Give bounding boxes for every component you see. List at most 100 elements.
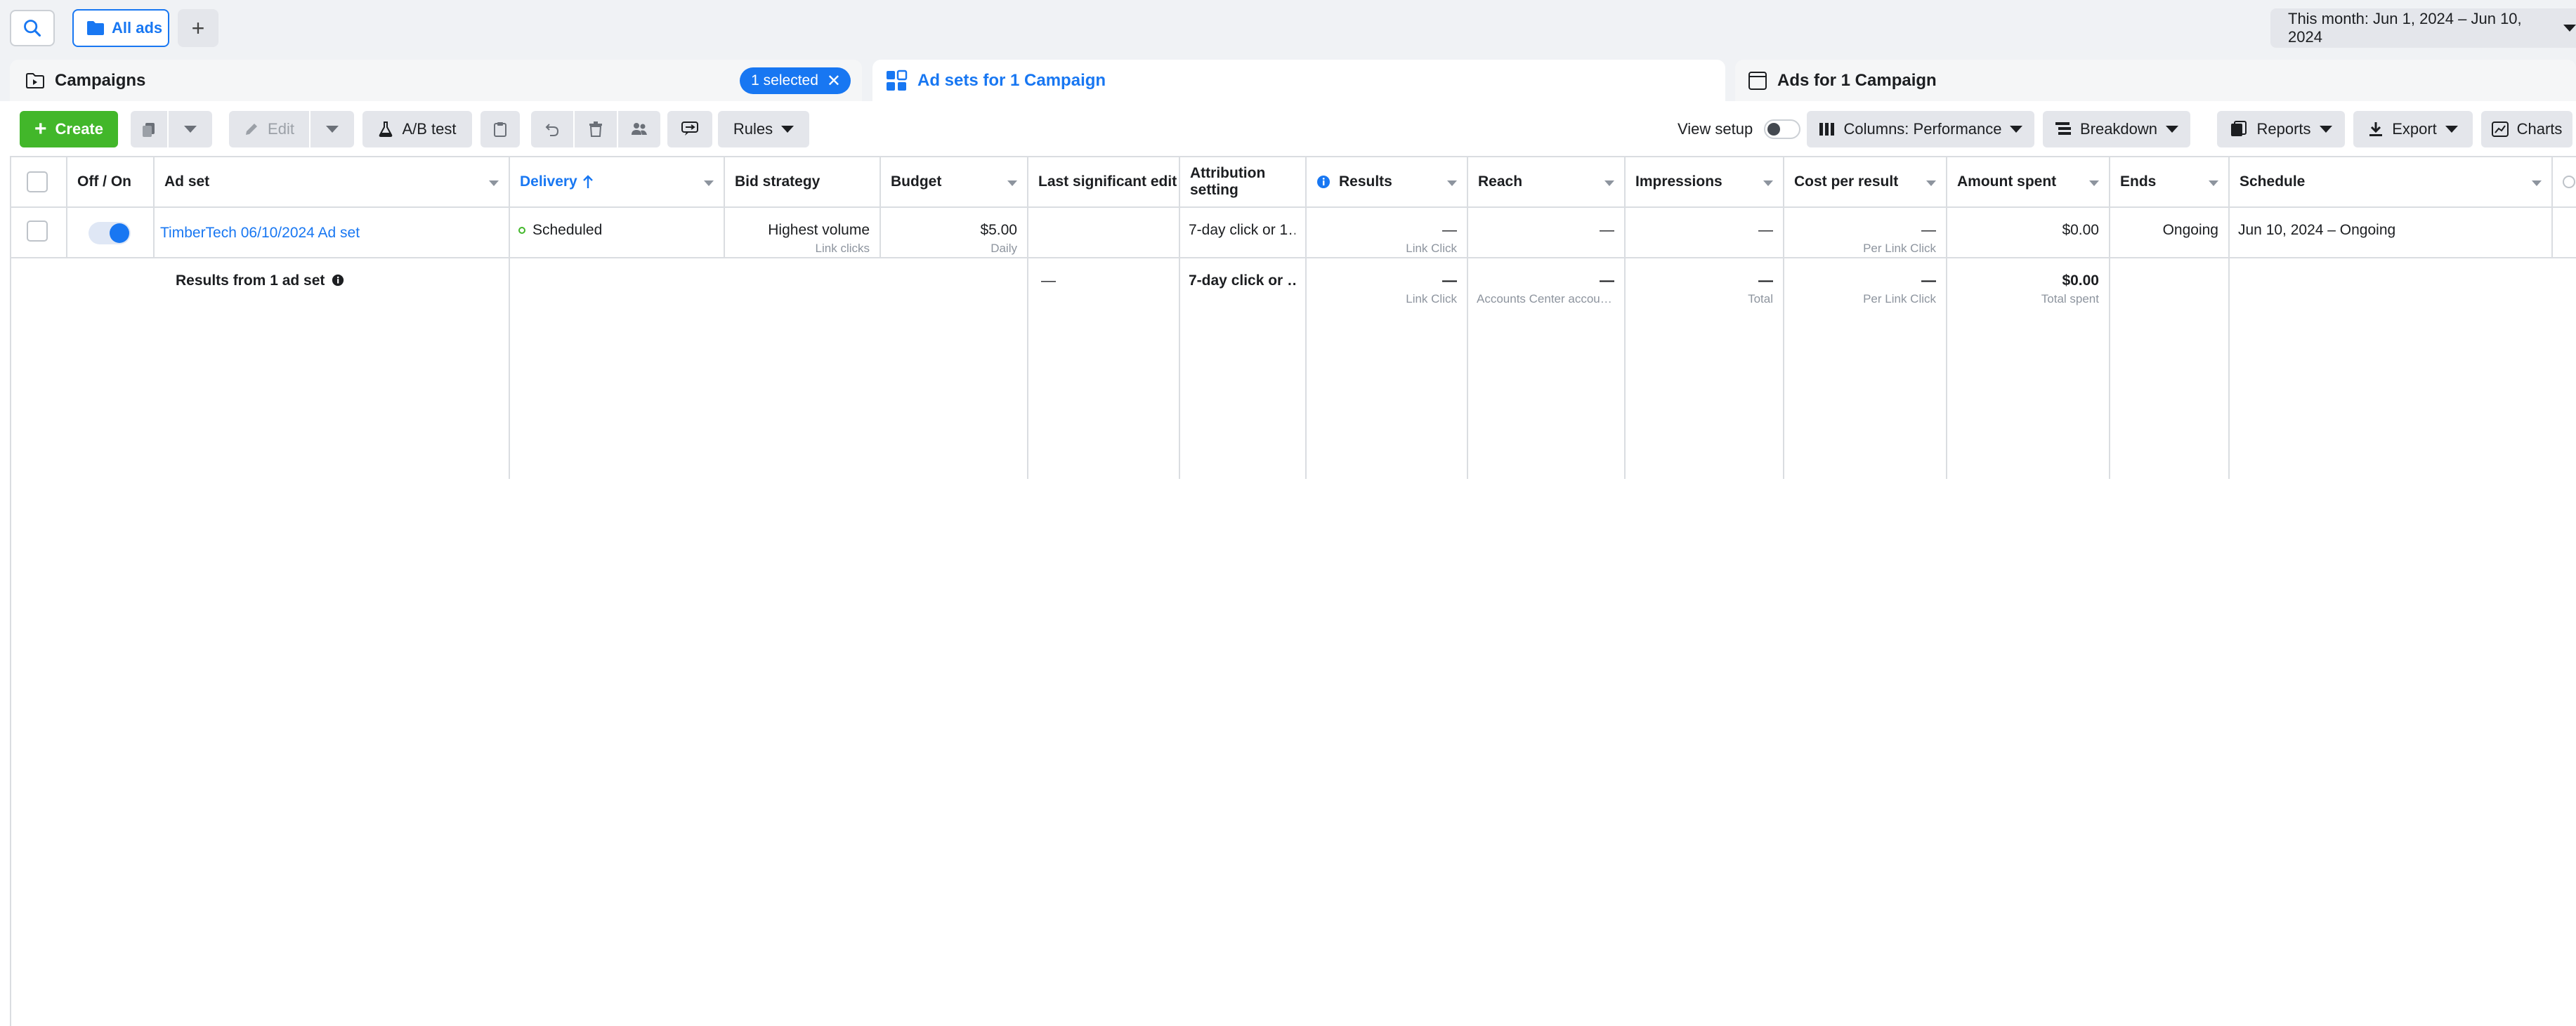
columns-label: Columns: Performance	[1843, 120, 2002, 138]
header-select-all	[11, 157, 67, 208]
header-cost-per-result[interactable]: Cost per result	[1784, 157, 1947, 208]
date-range-picker[interactable]: This month: Jun 1, 2024 – Jun 10, 2024	[2270, 8, 2576, 48]
chevron-down-icon	[2445, 126, 2458, 133]
flask-icon	[379, 121, 393, 137]
column-menu-icon[interactable]	[1763, 180, 1773, 186]
summary-results-value: —	[1442, 272, 1457, 289]
message-arrows-icon	[681, 121, 698, 136]
header-attribution-setting[interactable]: Attribution setting	[1180, 157, 1307, 208]
tab-campaigns[interactable]: Campaigns 1 selected ✕	[10, 60, 862, 101]
summary-attribution-cell: 7-day click or …	[1180, 258, 1307, 479]
search-button[interactable]	[10, 10, 55, 46]
chevron-down-icon	[326, 126, 339, 133]
header-delivery[interactable]: Delivery	[510, 157, 725, 208]
summary-spacer	[11, 258, 67, 479]
add-column-icon[interactable]	[2563, 176, 2575, 188]
summary-amount-spent-sub: Total spent	[2041, 292, 2099, 305]
header-impressions[interactable]: Impressions	[1626, 157, 1784, 208]
info-icon[interactable]	[1316, 175, 1331, 189]
date-range-label: This month: Jun 1, 2024 – Jun 10, 2024	[2288, 10, 2522, 46]
bid-strategy-sub: Link clicks	[815, 242, 870, 255]
header-reach[interactable]: Reach	[1468, 157, 1626, 208]
reports-label: Reports	[2256, 120, 2311, 138]
table-row	[11, 208, 67, 258]
duplicate-button[interactable]	[131, 111, 167, 147]
bid-strategy-value: Highest volume	[768, 222, 870, 238]
selected-count-badge[interactable]: 1 selected ✕	[740, 67, 851, 94]
charts-button[interactable]: Charts	[2481, 111, 2572, 147]
header-schedule[interactable]: Schedule	[2230, 157, 2553, 208]
summary-last-edit-value: —	[1041, 272, 1056, 289]
assign-button[interactable]	[618, 111, 660, 147]
column-menu-icon[interactable]	[2532, 180, 2542, 186]
summary-impressions-sub: Total	[1748, 292, 1773, 305]
summary-schedule-cell	[2230, 258, 2576, 479]
reports-dropdown[interactable]: Reports	[2217, 111, 2345, 147]
columns-dropdown[interactable]: Columns: Performance	[1807, 111, 2034, 147]
tab-ad-sets[interactable]: Ad sets for 1 Campaign	[872, 60, 1725, 101]
results-sub: Link Click	[1406, 242, 1457, 255]
summary-amount-spent-value: $0.00	[2062, 272, 2099, 289]
clear-selection-icon[interactable]: ✕	[827, 71, 841, 91]
column-menu-icon[interactable]	[2209, 180, 2218, 186]
reports-icon	[2231, 121, 2247, 136]
summary-amount-spent-cell: $0.00 Total spent	[1947, 258, 2110, 479]
ad-sets-grid-icon	[887, 70, 908, 91]
trash-icon	[589, 121, 602, 137]
edit-dropdown-button[interactable]	[310, 111, 354, 147]
create-button[interactable]: + Create	[20, 111, 118, 147]
summary-cost-per-result-cell: — Per Link Click	[1784, 258, 1947, 479]
header-add-column[interactable]	[2553, 157, 2576, 208]
header-amount-spent[interactable]: Amount spent	[1947, 157, 2110, 208]
header-ad-set[interactable]: Ad set	[155, 157, 510, 208]
edit-button[interactable]: Edit	[229, 111, 309, 147]
header-off-on[interactable]: Off / On	[67, 157, 155, 208]
row-budget-cell: $5.00 Daily	[881, 208, 1028, 258]
undo-button[interactable]	[531, 111, 573, 147]
ad-window-icon	[1748, 71, 1767, 90]
delete-button[interactable]	[575, 111, 617, 147]
tab-ads[interactable]: Ads for 1 Campaign	[1735, 60, 2576, 101]
column-menu-icon[interactable]	[1604, 180, 1614, 186]
row-last-edit-cell	[1028, 208, 1180, 258]
summary-reach-cell: — Accounts Center accou…	[1468, 258, 1626, 479]
header-off-on-label: Off / On	[77, 173, 131, 190]
column-menu-icon[interactable]	[1007, 180, 1017, 186]
ad-set-on-off-toggle[interactable]	[89, 222, 131, 244]
ab-test-label: A/B test	[402, 120, 457, 138]
duplicate-dropdown-button[interactable]	[169, 111, 212, 147]
header-budget[interactable]: Budget	[881, 157, 1028, 208]
add-tab-button[interactable]: +	[178, 9, 218, 47]
info-icon[interactable]	[332, 274, 344, 287]
header-ends[interactable]: Ends	[2110, 157, 2230, 208]
tab-ads-label: Ads for 1 Campaign	[1777, 70, 1937, 90]
all-ads-button[interactable]: All ads	[72, 9, 169, 47]
select-all-checkbox[interactable]	[27, 171, 48, 192]
column-menu-icon[interactable]	[1926, 180, 1936, 186]
header-reach-label: Reach	[1478, 173, 1523, 190]
summary-ends-cell	[2110, 258, 2230, 479]
tag-rule-button[interactable]	[667, 111, 712, 147]
header-bid-strategy-label: Bid strategy	[735, 173, 820, 190]
amount-spent-value: $0.00	[2062, 222, 2099, 238]
search-icon	[24, 20, 41, 37]
column-menu-icon[interactable]	[489, 180, 499, 186]
header-last-significant-edit[interactable]: Last significant edit	[1028, 157, 1180, 208]
header-results[interactable]: Results	[1307, 157, 1468, 208]
header-bid-strategy[interactable]: Bid strategy	[725, 157, 881, 208]
ab-test-button[interactable]: A/B test	[362, 111, 472, 147]
view-setup: View setup	[1678, 111, 1801, 147]
rules-dropdown[interactable]: Rules	[718, 111, 809, 147]
view-setup-toggle[interactable]	[1764, 119, 1801, 139]
campaign-folder-icon	[26, 72, 44, 88]
column-menu-icon[interactable]	[2089, 180, 2099, 186]
selected-count-label: 1 selected	[751, 72, 818, 88]
budget-value[interactable]: $5.00	[889, 222, 1017, 239]
column-menu-icon[interactable]	[1447, 180, 1457, 186]
row-checkbox[interactable]	[27, 221, 48, 242]
export-dropdown[interactable]: Export	[2353, 111, 2473, 147]
clipboard-button[interactable]	[480, 111, 520, 147]
ad-set-name-link[interactable]: TimberTech 06/10/2024 Ad set	[160, 225, 499, 242]
column-menu-icon[interactable]	[704, 180, 714, 186]
breakdown-dropdown[interactable]: Breakdown	[2043, 111, 2190, 147]
